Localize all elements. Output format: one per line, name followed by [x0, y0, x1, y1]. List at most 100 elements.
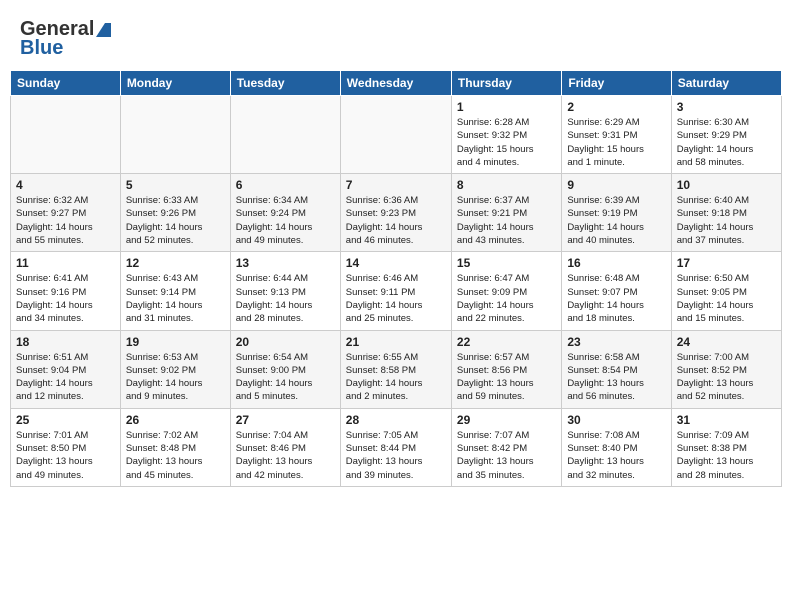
calendar-cell: 18 Sunrise: 6:51 AM Sunset: 9:04 PM Dayli…	[11, 330, 121, 408]
calendar-cell	[340, 96, 451, 174]
calendar-cell: 25 Sunrise: 7:01 AM Sunset: 8:50 PM Dayli…	[11, 408, 121, 486]
calendar-cell: 2 Sunrise: 6:29 AM Sunset: 9:31 PM Daylig…	[562, 96, 671, 174]
day-info: Sunrise: 6:44 AM Sunset: 9:13 PM Dayligh…	[236, 272, 335, 325]
col-header-wednesday: Wednesday	[340, 71, 451, 96]
day-info: Sunrise: 7:07 AM Sunset: 8:42 PM Dayligh…	[457, 429, 556, 482]
day-number: 3	[677, 100, 776, 114]
day-info: Sunrise: 6:48 AM Sunset: 9:07 PM Dayligh…	[567, 272, 665, 325]
day-info: Sunrise: 6:29 AM Sunset: 9:31 PM Dayligh…	[567, 116, 665, 169]
day-number: 27	[236, 413, 335, 427]
calendar-cell: 13 Sunrise: 6:44 AM Sunset: 9:13 PM Dayli…	[230, 252, 340, 330]
day-number: 9	[567, 178, 665, 192]
calendar-cell: 22 Sunrise: 6:57 AM Sunset: 8:56 PM Dayli…	[451, 330, 561, 408]
day-number: 31	[677, 413, 776, 427]
day-number: 29	[457, 413, 556, 427]
day-info: Sunrise: 7:05 AM Sunset: 8:44 PM Dayligh…	[346, 429, 446, 482]
day-number: 14	[346, 256, 446, 270]
day-info: Sunrise: 6:28 AM Sunset: 9:32 PM Dayligh…	[457, 116, 556, 169]
calendar-cell: 24 Sunrise: 7:00 AM Sunset: 8:52 PM Dayli…	[671, 330, 781, 408]
day-number: 24	[677, 335, 776, 349]
day-number: 18	[16, 335, 115, 349]
day-number: 1	[457, 100, 556, 114]
calendar-cell: 5 Sunrise: 6:33 AM Sunset: 9:26 PM Daylig…	[120, 174, 230, 252]
day-number: 21	[346, 335, 446, 349]
day-info: Sunrise: 6:30 AM Sunset: 9:29 PM Dayligh…	[677, 116, 776, 169]
calendar-cell: 29 Sunrise: 7:07 AM Sunset: 8:42 PM Dayli…	[451, 408, 561, 486]
day-number: 15	[457, 256, 556, 270]
day-number: 7	[346, 178, 446, 192]
day-number: 20	[236, 335, 335, 349]
day-number: 19	[126, 335, 225, 349]
calendar-cell: 9 Sunrise: 6:39 AM Sunset: 9:19 PM Daylig…	[562, 174, 671, 252]
day-number: 6	[236, 178, 335, 192]
day-info: Sunrise: 7:09 AM Sunset: 8:38 PM Dayligh…	[677, 429, 776, 482]
day-info: Sunrise: 7:08 AM Sunset: 8:40 PM Dayligh…	[567, 429, 665, 482]
day-info: Sunrise: 6:47 AM Sunset: 9:09 PM Dayligh…	[457, 272, 556, 325]
calendar-cell: 20 Sunrise: 6:54 AM Sunset: 9:00 PM Dayli…	[230, 330, 340, 408]
calendar-cell: 30Sunrise: 7:08 AM Sunset: 8:40 PM Dayli…	[562, 408, 671, 486]
calendar-cell: 3 Sunrise: 6:30 AM Sunset: 9:29 PM Daylig…	[671, 96, 781, 174]
day-info: Sunrise: 6:50 AM Sunset: 9:05 PM Dayligh…	[677, 272, 776, 325]
day-number: 2	[567, 100, 665, 114]
day-info: Sunrise: 6:39 AM Sunset: 9:19 PM Dayligh…	[567, 194, 665, 247]
day-number: 26	[126, 413, 225, 427]
page-header: General Blue	[10, 10, 782, 64]
day-number: 17	[677, 256, 776, 270]
day-info: Sunrise: 6:37 AM Sunset: 9:21 PM Dayligh…	[457, 194, 556, 247]
calendar-cell: 6 Sunrise: 6:34 AM Sunset: 9:24 PM Daylig…	[230, 174, 340, 252]
calendar-cell: 26 Sunrise: 7:02 AM Sunset: 8:48 PM Dayli…	[120, 408, 230, 486]
day-number: 16	[567, 256, 665, 270]
calendar-cell: 7 Sunrise: 6:36 AM Sunset: 9:23 PM Daylig…	[340, 174, 451, 252]
col-header-monday: Monday	[120, 71, 230, 96]
day-info: Sunrise: 7:04 AM Sunset: 8:46 PM Dayligh…	[236, 429, 335, 482]
day-number: 12	[126, 256, 225, 270]
day-info: Sunrise: 7:01 AM Sunset: 8:50 PM Dayligh…	[16, 429, 115, 482]
col-header-tuesday: Tuesday	[230, 71, 340, 96]
calendar-cell: 15 Sunrise: 6:47 AM Sunset: 9:09 PM Dayli…	[451, 252, 561, 330]
col-header-sunday: Sunday	[11, 71, 121, 96]
day-number: 13	[236, 256, 335, 270]
col-header-saturday: Saturday	[671, 71, 781, 96]
calendar-cell	[11, 96, 121, 174]
day-info: Sunrise: 6:58 AM Sunset: 8:54 PM Dayligh…	[567, 351, 665, 404]
calendar-cell: 4 Sunrise: 6:32 AM Sunset: 9:27 PM Daylig…	[11, 174, 121, 252]
day-info: Sunrise: 6:33 AM Sunset: 9:26 PM Dayligh…	[126, 194, 225, 247]
calendar-table: SundayMondayTuesdayWednesdayThursdayFrid…	[10, 70, 782, 487]
day-info: Sunrise: 6:51 AM Sunset: 9:04 PM Dayligh…	[16, 351, 115, 404]
day-number: 22	[457, 335, 556, 349]
day-info: Sunrise: 7:02 AM Sunset: 8:48 PM Dayligh…	[126, 429, 225, 482]
calendar-cell: 12 Sunrise: 6:43 AM Sunset: 9:14 PM Dayli…	[120, 252, 230, 330]
day-info: Sunrise: 6:40 AM Sunset: 9:18 PM Dayligh…	[677, 194, 776, 247]
logo: General Blue	[20, 18, 111, 60]
calendar-cell: 1 Sunrise: 6:28 AM Sunset: 9:32 PM Daylig…	[451, 96, 561, 174]
calendar-cell: 21 Sunrise: 6:55 AM Sunset: 8:58 PM Dayli…	[340, 330, 451, 408]
day-number: 28	[346, 413, 446, 427]
calendar-cell: 19 Sunrise: 6:53 AM Sunset: 9:02 PM Dayli…	[120, 330, 230, 408]
day-info: Sunrise: 6:43 AM Sunset: 9:14 PM Dayligh…	[126, 272, 225, 325]
day-info: Sunrise: 6:57 AM Sunset: 8:56 PM Dayligh…	[457, 351, 556, 404]
day-info: Sunrise: 6:32 AM Sunset: 9:27 PM Dayligh…	[16, 194, 115, 247]
calendar-cell	[120, 96, 230, 174]
day-number: 8	[457, 178, 556, 192]
calendar-cell: 8 Sunrise: 6:37 AM Sunset: 9:21 PM Daylig…	[451, 174, 561, 252]
logo-icon	[96, 23, 111, 37]
day-info: Sunrise: 6:41 AM Sunset: 9:16 PM Dayligh…	[16, 272, 115, 325]
day-number: 5	[126, 178, 225, 192]
calendar-cell: 31 Sunrise: 7:09 AM Sunset: 8:38 PM Dayli…	[671, 408, 781, 486]
day-number: 23	[567, 335, 665, 349]
day-info: Sunrise: 6:34 AM Sunset: 9:24 PM Dayligh…	[236, 194, 335, 247]
calendar-cell	[230, 96, 340, 174]
day-number: 25	[16, 413, 115, 427]
day-number: 10	[677, 178, 776, 192]
logo-blue-text: Blue	[20, 37, 63, 60]
day-info: Sunrise: 6:55 AM Sunset: 8:58 PM Dayligh…	[346, 351, 446, 404]
calendar-cell: 16 Sunrise: 6:48 AM Sunset: 9:07 PM Dayli…	[562, 252, 671, 330]
day-info: Sunrise: 6:53 AM Sunset: 9:02 PM Dayligh…	[126, 351, 225, 404]
day-info: Sunrise: 7:00 AM Sunset: 8:52 PM Dayligh…	[677, 351, 776, 404]
day-info: Sunrise: 6:36 AM Sunset: 9:23 PM Dayligh…	[346, 194, 446, 247]
day-number: 4	[16, 178, 115, 192]
day-number: 11	[16, 256, 115, 270]
day-info: Sunrise: 6:46 AM Sunset: 9:11 PM Dayligh…	[346, 272, 446, 325]
day-info: Sunrise: 6:54 AM Sunset: 9:00 PM Dayligh…	[236, 351, 335, 404]
calendar-cell: 17 Sunrise: 6:50 AM Sunset: 9:05 PM Dayli…	[671, 252, 781, 330]
